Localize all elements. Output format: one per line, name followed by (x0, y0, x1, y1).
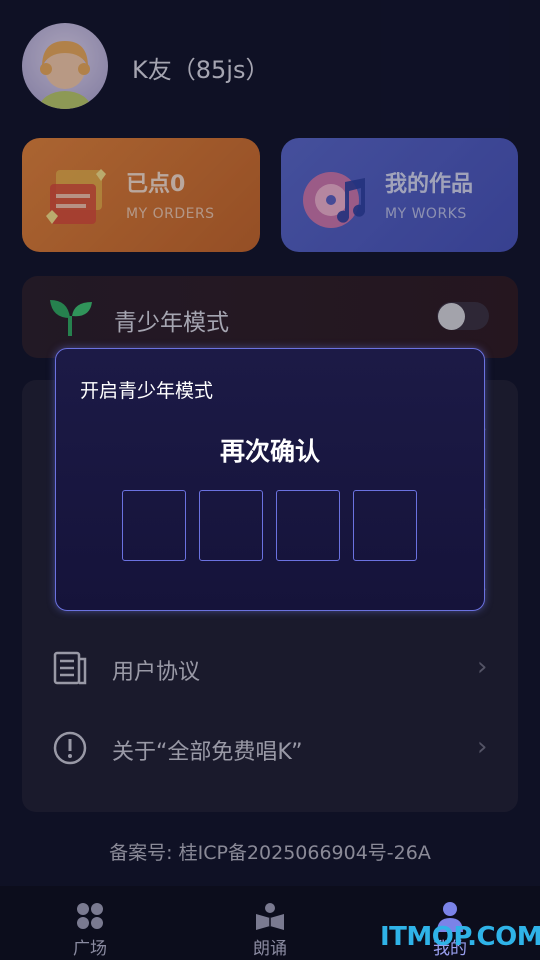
book-icon (256, 903, 284, 930)
pin-digit-input[interactable] (276, 490, 340, 561)
pin-digit-input[interactable] (122, 490, 186, 561)
pin-digit-input[interactable] (199, 490, 263, 561)
nav-item-recite[interactable]: 朗诵 (180, 886, 360, 960)
grid-icon (77, 903, 103, 929)
nav-label: 广场 (73, 939, 107, 959)
watermark: ITMOP.COM (380, 922, 540, 952)
dialog-title: 开启青少年模式 (80, 380, 214, 402)
nav-label: 朗诵 (253, 939, 287, 959)
pin-digit-input[interactable] (353, 490, 417, 561)
nav-item-plaza[interactable]: 广场 (0, 886, 180, 960)
dialog-heading: 再次确认 (219, 437, 320, 466)
